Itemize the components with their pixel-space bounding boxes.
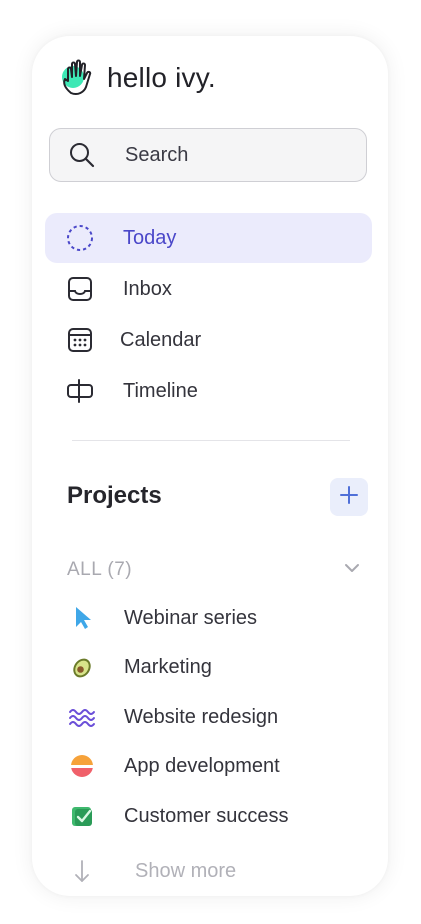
divider bbox=[72, 440, 350, 441]
cursor-arrow-icon bbox=[67, 603, 97, 633]
nav-item-label: Calendar bbox=[120, 328, 202, 351]
chevron-down-icon bbox=[343, 559, 361, 582]
project-item-customer-success[interactable]: Customer success bbox=[67, 798, 357, 834]
plus-icon bbox=[339, 485, 359, 510]
calendar-icon bbox=[66, 326, 94, 354]
project-label: Webinar series bbox=[124, 606, 258, 629]
inbox-icon bbox=[66, 275, 94, 303]
nav-item-label: Today bbox=[123, 226, 177, 249]
sunset-circle-icon bbox=[67, 751, 97, 781]
project-label: App development bbox=[124, 754, 280, 777]
show-more-button[interactable]: Show more bbox=[67, 854, 236, 888]
nav-item-timeline[interactable]: Timeline bbox=[45, 366, 372, 416]
search-icon bbox=[67, 140, 97, 170]
nav-item-calendar[interactable]: Calendar bbox=[45, 315, 372, 365]
project-item-marketing[interactable]: Marketing bbox=[67, 649, 357, 685]
show-more-label: Show more bbox=[135, 859, 237, 882]
nav-item-today[interactable]: Today bbox=[45, 213, 372, 263]
project-item-webinar-series[interactable]: Webinar series bbox=[67, 600, 357, 636]
project-filter-label: ALL (7) bbox=[67, 559, 133, 580]
project-filter-toggle[interactable]: ALL (7) bbox=[67, 556, 361, 584]
project-item-website-redesign[interactable]: Website redesign bbox=[67, 699, 357, 735]
wavy-lines-icon bbox=[67, 702, 97, 732]
nav-item-label: Inbox bbox=[123, 277, 172, 300]
green-check-box-icon bbox=[67, 801, 97, 831]
waving-hand-icon bbox=[59, 57, 99, 99]
projects-heading: Projects bbox=[67, 482, 162, 509]
add-project-button[interactable] bbox=[330, 478, 368, 516]
search-placeholder: Search bbox=[125, 143, 189, 166]
project-label: Website redesign bbox=[124, 705, 279, 728]
search-input[interactable]: Search bbox=[49, 128, 367, 182]
arrow-down-icon bbox=[67, 856, 97, 886]
nav-item-inbox[interactable]: Inbox bbox=[45, 264, 372, 314]
nav-item-label: Timeline bbox=[123, 379, 198, 402]
project-label: Marketing bbox=[124, 655, 212, 678]
project-label: Customer success bbox=[124, 804, 289, 827]
avocado-icon bbox=[67, 652, 97, 682]
timeline-icon bbox=[66, 377, 94, 405]
dashed-circle-icon bbox=[66, 224, 94, 252]
brand-logo[interactable]: hello ivy. bbox=[59, 56, 216, 100]
brand-name: hello ivy. bbox=[107, 62, 216, 93]
project-item-app-development[interactable]: App development bbox=[67, 748, 357, 784]
